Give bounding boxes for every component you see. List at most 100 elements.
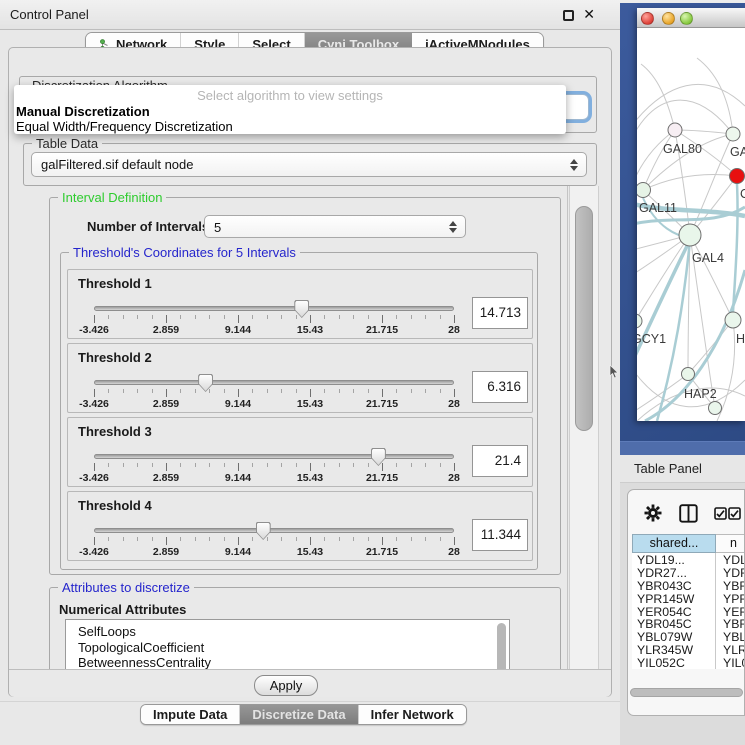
- table-row[interactable]: YDL19...YDL1: [632, 553, 745, 566]
- combo-spinner-icon[interactable]: [570, 159, 579, 171]
- slider-track[interactable]: [94, 306, 454, 311]
- combo-spinner-icon[interactable]: [449, 221, 458, 233]
- threshold-slider[interactable]: -3.4262.8599.14415.4321.71528: [68, 344, 532, 412]
- slider-track[interactable]: [94, 380, 454, 385]
- tick: [440, 463, 441, 467]
- column-header-shared[interactable]: shared...: [632, 534, 716, 553]
- threshold-value[interactable]: 21.4: [472, 445, 528, 477]
- threshold-slider[interactable]: -3.4262.8599.14415.4321.71528: [68, 418, 532, 486]
- table-row[interactable]: YPR145WYPR1: [632, 592, 745, 605]
- slider-track[interactable]: [94, 454, 454, 459]
- tab-impute-data[interactable]: Impute Data: [141, 705, 240, 724]
- bottom-tabbar: Impute DataDiscretize DataInfer Network: [140, 704, 467, 725]
- table-row[interactable]: YDR27...YDR2: [632, 566, 745, 579]
- threshold-slider[interactable]: -3.4262.8599.14415.4321.71528: [68, 492, 532, 560]
- tick: [396, 537, 397, 541]
- column-header-name[interactable]: n: [716, 534, 745, 553]
- panel-scrollbar-thumb[interactable]: [575, 206, 593, 431]
- network-node-h[interactable]: [725, 312, 741, 328]
- tick-label: 21.715: [366, 546, 398, 558]
- tick: [108, 537, 109, 541]
- list-item[interactable]: TopologicalCoefficient: [66, 640, 509, 656]
- tick: [382, 463, 383, 471]
- table-cell: YPR145W: [632, 592, 716, 605]
- network-node-gcy1[interactable]: [637, 314, 642, 328]
- network-node-gal11[interactable]: [637, 183, 651, 198]
- zoom-traffic-light-icon[interactable]: [680, 12, 693, 25]
- attributes-listbox[interactable]: SelfLoopsTopologicalCoefficientBetweenne…: [65, 619, 510, 669]
- close-icon[interactable]: ✕: [583, 6, 595, 23]
- close-traffic-light-icon[interactable]: [641, 12, 654, 25]
- apply-button[interactable]: Apply: [254, 675, 318, 696]
- table-row[interactable]: YBR045CYBR0: [632, 617, 745, 630]
- tab-discretize-data[interactable]: Discretize Data: [240, 705, 358, 724]
- checkbox-icon[interactable]: [728, 507, 741, 520]
- network-node-gal4[interactable]: [679, 224, 701, 246]
- minimize-traffic-light-icon[interactable]: [662, 12, 675, 25]
- attributes-scrollbar[interactable]: [497, 623, 506, 669]
- tick-label: 2.859: [153, 324, 179, 336]
- table-horizontal-scrollbar[interactable]: [630, 688, 743, 697]
- threshold-panel: Threshold 3-3.4262.8599.14415.4321.71528…: [67, 417, 533, 487]
- network-node-ga[interactable]: [726, 127, 740, 141]
- tick: [238, 389, 239, 397]
- table-row[interactable]: YBR043CYBR0: [632, 579, 745, 592]
- tick: [440, 537, 441, 541]
- slider-thumb[interactable]: [371, 448, 386, 466]
- split-columns-icon[interactable]: [679, 504, 698, 523]
- network-node-hap2[interactable]: [682, 368, 695, 381]
- slider-thumb[interactable]: [198, 374, 213, 392]
- slider-track[interactable]: [94, 528, 454, 533]
- tick: [296, 389, 297, 393]
- tick: [252, 315, 253, 319]
- table-row[interactable]: YLR345WYLR3: [632, 643, 745, 656]
- threshold-value[interactable]: 14.713: [472, 297, 528, 329]
- table-row[interactable]: YBL079WYBL0: [632, 630, 745, 643]
- tick: [137, 315, 138, 319]
- num-intervals-combo[interactable]: 5: [204, 215, 466, 238]
- tick: [94, 315, 95, 323]
- table-cell: YPR1: [716, 592, 745, 605]
- tick: [310, 389, 311, 397]
- tick: [123, 389, 124, 393]
- popup-option-equal-width[interactable]: Equal Width/Frequency Discretization: [16, 119, 233, 134]
- network-node-label: HAP2: [684, 387, 717, 401]
- tick: [166, 537, 167, 545]
- tick: [180, 389, 181, 393]
- gear-icon[interactable]: [644, 504, 662, 522]
- network-canvas[interactable]: GAL80GACGAL11GAL4GCY1HHAP2: [637, 28, 745, 421]
- network-node-label: GCY1: [637, 332, 666, 346]
- popup-option-manual[interactable]: Manual Discretization: [16, 104, 150, 119]
- table-row[interactable]: YER054CYER0: [632, 605, 745, 618]
- tick: [209, 463, 210, 467]
- table-data-combo[interactable]: galFiltered.sif default node: [31, 152, 587, 177]
- tick: [94, 463, 95, 471]
- network-node[interactable]: [709, 402, 722, 415]
- tab-infer-network[interactable]: Infer Network: [359, 705, 466, 724]
- tick: [382, 389, 383, 397]
- slider-thumb[interactable]: [256, 522, 271, 540]
- table-row[interactable]: YIL052CYIL0: [632, 656, 745, 669]
- table-cell: YBR045C: [632, 617, 716, 630]
- network-node-c[interactable]: [730, 169, 745, 184]
- network-window[interactable]: GAL80GACGAL11GAL4GCY1HHAP2: [637, 8, 745, 421]
- tick: [94, 389, 95, 397]
- checkbox-icon[interactable]: [714, 507, 727, 520]
- list-item[interactable]: BetweennessCentrality: [66, 655, 509, 669]
- threshold-slider[interactable]: -3.4262.8599.14415.4321.71528: [68, 270, 532, 338]
- tick: [411, 315, 412, 319]
- float-window-icon[interactable]: [563, 10, 574, 21]
- tick: [152, 463, 153, 467]
- threshold-value[interactable]: 6.316: [472, 371, 528, 403]
- tick-label: 15.43: [297, 546, 323, 558]
- network-node-label: C: [740, 187, 745, 201]
- list-item[interactable]: SelfLoops: [66, 620, 509, 640]
- threshold-value[interactable]: 11.344: [472, 519, 528, 551]
- tick: [224, 389, 225, 393]
- tick: [296, 315, 297, 319]
- tick: [224, 537, 225, 541]
- tick: [166, 463, 167, 471]
- table-data-combo-value: galFiltered.sif default node: [41, 153, 193, 176]
- network-node-gal80[interactable]: [668, 123, 682, 137]
- num-intervals-label: Number of Intervals: [87, 219, 209, 234]
